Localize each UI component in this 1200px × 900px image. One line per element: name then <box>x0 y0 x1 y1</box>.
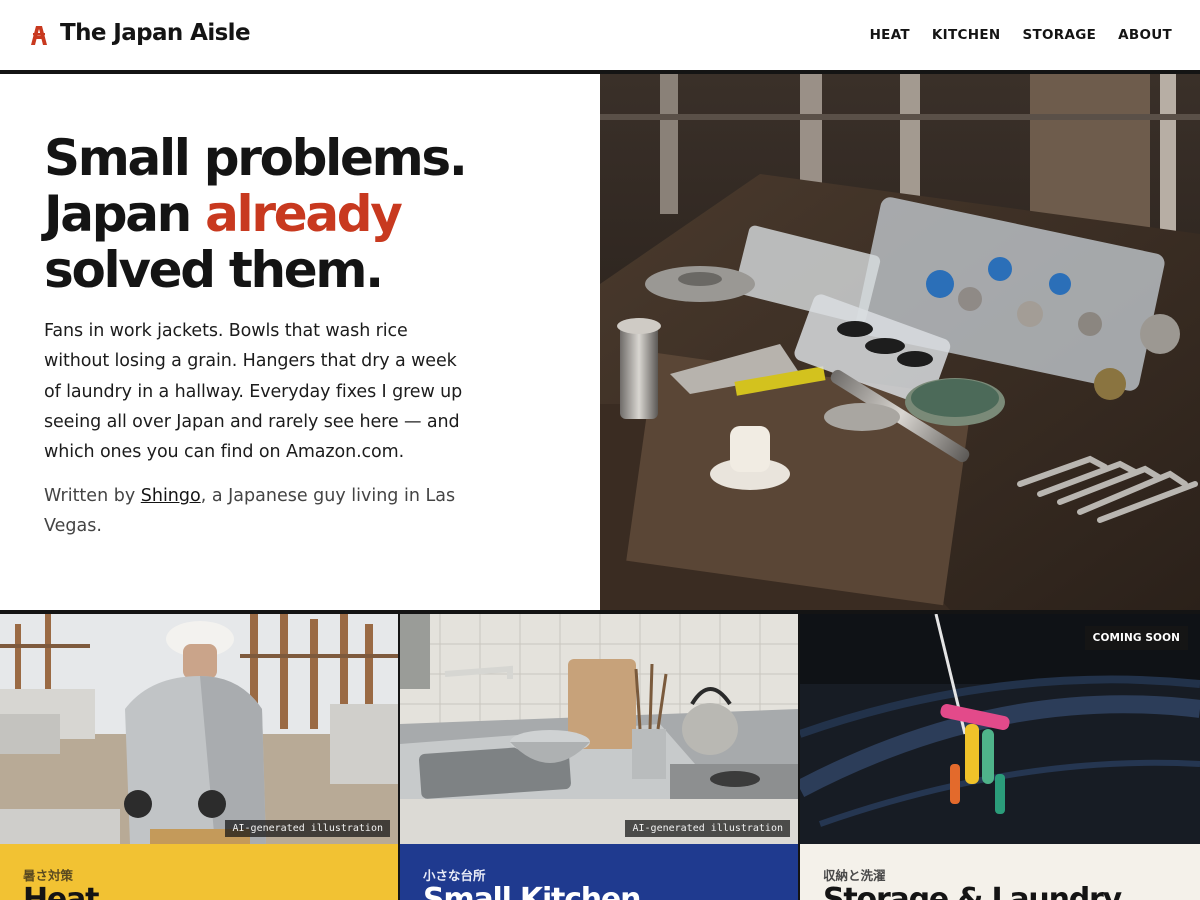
card-heat-body: 暑さ対策 Heat <box>0 844 399 900</box>
nav-storage[interactable]: STORAGE <box>1022 27 1096 43</box>
byline-prefix: Written by <box>44 486 141 506</box>
main-nav: HEAT KITCHEN STORAGE ABOUT <box>870 27 1172 43</box>
card-kitchen[interactable]: AI-generated illustration 小さな台所 Small Ki… <box>400 614 799 900</box>
card-storage-title[interactable]: Storage & Laundry <box>823 882 1122 900</box>
card-storage-image: COMING SOON <box>800 614 1200 844</box>
headline-line-1: Small problems. <box>44 129 468 187</box>
coming-soon-badge: COMING SOON <box>1084 626 1188 650</box>
hero-text-panel: Small problems. Japan already solved the… <box>0 74 600 610</box>
hero-intro: Fans in work jackets. Bowls that wash ri… <box>44 321 463 463</box>
headline-line-2-start: Japan <box>44 185 206 243</box>
logo-torii-icon[interactable] <box>30 25 48 45</box>
ai-generated-tag: AI-generated illustration <box>625 820 790 837</box>
author-link[interactable]: Shingo <box>141 486 201 506</box>
card-heat[interactable]: AI-generated illustration 暑さ対策 Heat <box>0 614 399 900</box>
site-logo[interactable]: The Japan Aisle <box>60 20 251 46</box>
card-storage[interactable]: COMING SOON 収納と洗濯 Storage & Laundry <box>800 614 1200 900</box>
card-kitchen-title[interactable]: Small Kitchen <box>423 882 641 900</box>
nav-kitchen[interactable]: KITCHEN <box>932 27 1001 43</box>
headline-accent: already <box>205 185 403 243</box>
nav-heat[interactable]: HEAT <box>870 27 910 43</box>
card-kitchen-body: 小さな台所 Small Kitchen <box>400 844 799 900</box>
byline: Written by Shingo, a Japanese guy living… <box>44 481 474 541</box>
ai-generated-tag: AI-generated illustration <box>225 820 390 837</box>
card-heat-title[interactable]: Heat <box>23 882 99 900</box>
card-heat-image: AI-generated illustration <box>0 614 399 844</box>
card-storage-body: 収納と洗濯 Storage & Laundry <box>800 844 1200 900</box>
card-kitchen-image: AI-generated illustration <box>400 614 799 844</box>
headline-line-3: solved them. <box>44 241 384 299</box>
hero-photo-workshop <box>600 74 1200 610</box>
nav-about[interactable]: ABOUT <box>1118 27 1172 43</box>
site-header: The Japan Aisle HEAT KITCHEN STORAGE ABO… <box>0 0 1200 70</box>
hero-headline: Small problems. Japan already solved the… <box>44 129 468 299</box>
